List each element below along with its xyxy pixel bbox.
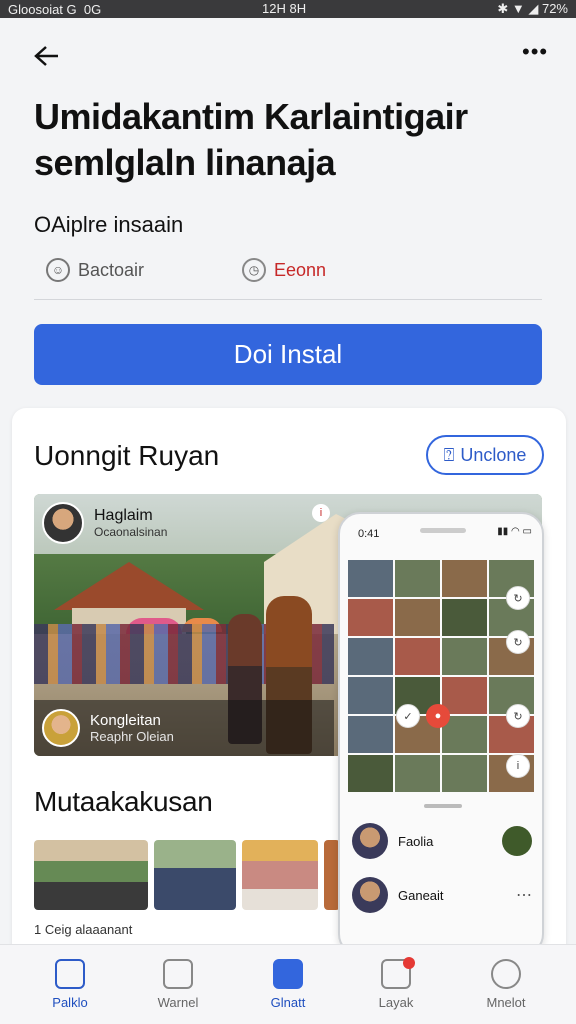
grid-tile[interactable] — [442, 560, 487, 597]
back-arrow-icon[interactable] — [32, 44, 60, 68]
avatar — [352, 877, 388, 913]
nav-label: Glnatt — [270, 995, 306, 1010]
share-icon[interactable]: ↻ — [506, 704, 530, 728]
profile-icon — [491, 959, 521, 989]
page-title: Umidakantim Karlaintigair semlglaln lina… — [34, 94, 554, 186]
author-subtitle: Ocaonalsinan — [94, 525, 168, 539]
grid-tile[interactable] — [442, 599, 487, 636]
status-time: 12H 8H — [262, 1, 307, 16]
phone-mockup: 0:41 ▮▮ ◠ ▭ ↻ ↻ ✓ ● ↻ i Faolia Ganeait ⋯ — [338, 512, 544, 956]
pin-icon[interactable]: i — [312, 504, 330, 522]
list-item-name: Ganeait — [398, 887, 444, 903]
bottom-nav: Palklo Warnel Glnatt Layak Mnelot — [0, 944, 576, 1024]
title-line-1: Umidakantim Karlaintigair — [34, 96, 468, 137]
nav-label: Mnelot — [486, 995, 526, 1010]
grid-tile[interactable] — [348, 755, 393, 792]
nav-item-activity[interactable]: Layak — [356, 957, 436, 1010]
author-name: Haglaim — [94, 507, 153, 524]
thumbnail[interactable] — [154, 840, 236, 910]
photo-author[interactable]: Haglaim Ocaonalsinan — [42, 502, 167, 544]
nav-item-create[interactable]: Glnatt — [248, 959, 328, 1010]
clock-icon: ◷ — [242, 258, 266, 282]
list-item[interactable]: Faolia — [352, 818, 532, 864]
nav-item-profile[interactable]: Mnelot — [466, 959, 546, 1010]
grid-tile[interactable] — [442, 638, 487, 675]
grid-tile[interactable] — [348, 599, 393, 636]
more-options-icon[interactable]: ⋯ — [516, 885, 532, 905]
thumbnail-strip — [34, 840, 340, 910]
card-title: Uonngit Ruyan — [34, 440, 220, 471]
create-icon — [273, 959, 303, 989]
phone-notch — [420, 528, 466, 533]
list-item-name: Faolia — [398, 833, 434, 849]
action-left-button[interactable]: ☺ Bactoair — [46, 258, 144, 282]
action-right-label: Eeonn — [274, 259, 327, 280]
nav-item-home[interactable]: Palklo — [30, 959, 110, 1010]
photo-caption[interactable]: Kongleitan Reaphr Oleian — [34, 700, 334, 756]
grid-tile[interactable] — [395, 755, 440, 792]
page-subtitle: OAiplre insaain — [34, 212, 184, 237]
nav-label: Layak — [378, 995, 414, 1010]
phone-status-icons: ▮▮ ◠ ▭ — [497, 526, 532, 537]
grid-tile[interactable] — [395, 599, 440, 636]
unclose-label: Unclone — [460, 444, 527, 465]
action-row: ☺ Bactoair ◷ Eeonn — [34, 252, 542, 300]
grid-tile[interactable] — [395, 560, 440, 597]
search-icon — [163, 959, 193, 989]
phone-time: 0:41 — [358, 528, 380, 540]
install-button[interactable]: Doi Instal — [34, 324, 542, 385]
grid-tile[interactable] — [348, 638, 393, 675]
title-line-2: semlglaln linanaja — [34, 142, 336, 183]
sheet-handle[interactable] — [424, 804, 462, 808]
info-icon[interactable]: i — [506, 754, 530, 778]
nav-label: Palklo — [52, 995, 88, 1010]
card-footer: 1 Ceig alaaanant — [34, 922, 133, 937]
nav-label: Warnel — [157, 995, 199, 1010]
avatar — [42, 709, 80, 747]
grid-tile[interactable] — [348, 716, 393, 753]
share-icon[interactable]: ↻ — [506, 586, 530, 610]
smiley-icon: ☺ — [46, 258, 70, 282]
list-item[interactable]: Ganeait ⋯ — [352, 872, 532, 918]
caption-name: Kongleitan — [90, 712, 161, 729]
avatar — [42, 502, 84, 544]
grid-tile[interactable] — [442, 677, 487, 714]
section-title: Mutaakakusan — [34, 786, 213, 817]
status-bar: Gloosoiat G 0G 12H 8H ✱ ▼ ◢ 72% — [0, 0, 576, 18]
action-left-label: Bactoair — [78, 259, 145, 280]
share-icon[interactable]: ↻ — [506, 630, 530, 654]
unclose-button[interactable]: ⍰ Unclone — [426, 435, 544, 475]
notification-badge — [403, 957, 415, 969]
avatar — [352, 823, 388, 859]
grid-tile[interactable] — [442, 755, 487, 792]
status-icons: ✱ ▼ ◢ 72% — [497, 1, 568, 16]
home-icon — [55, 959, 85, 989]
app-bar: ••• — [0, 36, 576, 76]
bookmark-icon: ⍰ — [443, 444, 455, 465]
grid-tile[interactable] — [442, 716, 487, 753]
action-right-button[interactable]: ◷ Eeonn — [242, 258, 326, 282]
content-card: Uonngit Ruyan ⍰ Unclone i Haglaim Ocaona… — [12, 408, 566, 968]
more-options-icon[interactable]: ••• — [522, 41, 547, 68]
grid-tile[interactable] — [395, 638, 440, 675]
phone-status-bar: 0:41 ▮▮ ◠ ▭ — [340, 514, 542, 558]
thumbnail[interactable] — [34, 840, 148, 910]
status-carrier: Gloosoiat G 0G — [8, 1, 102, 17]
record-icon[interactable]: ● — [426, 704, 450, 728]
caption-subtitle: Reaphr Oleian — [90, 729, 174, 744]
nav-item-search[interactable]: Warnel — [138, 959, 218, 1010]
check-icon[interactable]: ✓ — [396, 704, 420, 728]
thumbnail — [502, 826, 532, 856]
activity-icon — [381, 957, 415, 989]
thumbnail[interactable] — [242, 840, 318, 910]
grid-tile[interactable] — [348, 560, 393, 597]
grid-tile[interactable] — [348, 677, 393, 714]
